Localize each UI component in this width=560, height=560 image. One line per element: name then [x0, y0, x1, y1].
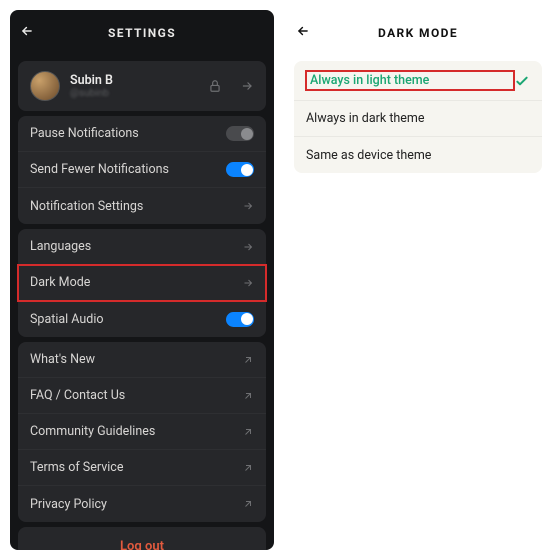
row-label: Notification Settings	[30, 199, 242, 214]
external-link-icon	[242, 498, 254, 510]
notifications-card: Pause Notifications Send Fewer Notificat…	[18, 116, 266, 224]
option-always-light[interactable]: Always in light theme	[294, 61, 542, 101]
row-label: What's New	[30, 352, 242, 367]
dark-mode-row[interactable]: Dark Mode	[18, 265, 266, 301]
profile-name: Subin B	[70, 73, 198, 88]
option-label: Same as device theme	[306, 148, 530, 163]
row-label: Terms of Service	[30, 460, 242, 475]
logout-card[interactable]: Log out	[18, 527, 266, 550]
option-label: Always in light theme	[306, 71, 514, 90]
external-link-icon	[242, 354, 254, 366]
whats-new-row[interactable]: What's New	[18, 342, 266, 378]
row-label: FAQ / Contact Us	[30, 388, 242, 403]
external-link-icon	[242, 462, 254, 474]
avatar	[30, 71, 60, 101]
option-label: Always in dark theme	[306, 111, 530, 126]
page-title: DARK MODE	[378, 26, 458, 40]
page-title: SETTINGS	[108, 26, 176, 40]
row-label: Languages	[30, 239, 242, 254]
community-guidelines-row[interactable]: Community Guidelines	[18, 414, 266, 450]
profile-card[interactable]: Subin B @subinb	[18, 61, 266, 111]
chevron-right-icon	[240, 79, 254, 93]
logout-button[interactable]: Log out	[18, 527, 266, 550]
external-link-icon	[242, 426, 254, 438]
notification-settings-row[interactable]: Notification Settings	[18, 188, 266, 224]
back-button[interactable]	[296, 23, 310, 42]
send-fewer-notifications-row[interactable]: Send Fewer Notifications	[18, 152, 266, 188]
back-button[interactable]	[20, 23, 34, 42]
languages-row[interactable]: Languages	[18, 229, 266, 265]
dark-mode-options: Always in light theme Always in dark the…	[294, 61, 542, 173]
lock-icon	[208, 79, 222, 93]
faq-row[interactable]: FAQ / Contact Us	[18, 378, 266, 414]
row-label: Spatial Audio	[30, 312, 226, 327]
settings-header: SETTINGS	[10, 10, 274, 56]
chevron-right-icon	[242, 277, 254, 289]
row-label: Pause Notifications	[30, 126, 226, 141]
links-card: What's New FAQ / Contact Us Community Gu…	[18, 342, 266, 522]
option-always-dark[interactable]: Always in dark theme	[294, 101, 542, 137]
row-label: Community Guidelines	[30, 424, 242, 439]
spatial-audio-toggle[interactable]	[226, 312, 254, 327]
chevron-right-icon	[242, 200, 254, 212]
pause-notifications-toggle[interactable]	[226, 126, 254, 141]
dark-mode-screen: DARK MODE Always in light theme Always i…	[286, 10, 550, 550]
option-device-theme[interactable]: Same as device theme	[294, 137, 542, 173]
pause-notifications-row[interactable]: Pause Notifications	[18, 116, 266, 152]
spatial-audio-row[interactable]: Spatial Audio	[18, 301, 266, 337]
tos-row[interactable]: Terms of Service	[18, 450, 266, 486]
preferences-card: Languages Dark Mode Spatial Audio	[18, 229, 266, 337]
row-label: Send Fewer Notifications	[30, 162, 226, 177]
dark-mode-header: DARK MODE	[286, 10, 550, 56]
chevron-right-icon	[242, 241, 254, 253]
check-icon	[514, 73, 530, 89]
settings-screen: SETTINGS Subin B @subinb Pause Notificat…	[10, 10, 274, 550]
send-fewer-toggle[interactable]	[226, 162, 254, 177]
privacy-row[interactable]: Privacy Policy	[18, 486, 266, 522]
profile-handle: @subinb	[70, 88, 198, 99]
row-label: Privacy Policy	[30, 497, 242, 512]
row-label: Dark Mode	[30, 275, 242, 290]
external-link-icon	[242, 390, 254, 402]
